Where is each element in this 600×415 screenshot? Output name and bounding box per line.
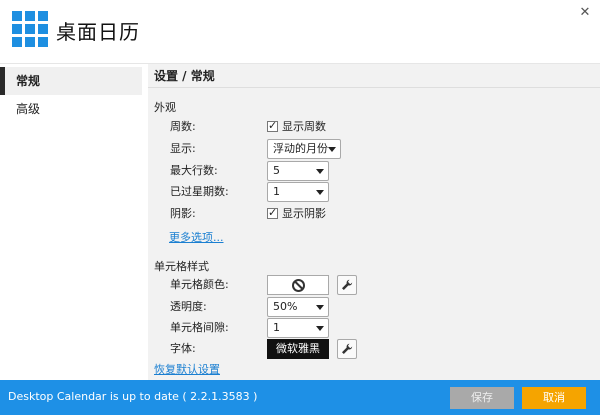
week-number-label: 周数: [170, 120, 196, 133]
more-options-link[interactable]: 更多选项... [169, 229, 224, 245]
cell-color-picker[interactable] [267, 275, 329, 295]
restore-defaults-link[interactable]: 恢复默认设置 [154, 361, 220, 377]
opacity-label: 透明度: [170, 300, 207, 313]
chevron-down-icon [316, 305, 324, 310]
display-select[interactable]: 浮动的月份 [267, 139, 341, 159]
sidebar-item-general[interactable]: 常规 [0, 67, 142, 95]
sidebar-item-advanced[interactable]: 高级 [0, 95, 142, 123]
font-label: 字体: [170, 342, 196, 355]
cell-spacing-label: 单元格间隙: [170, 321, 229, 334]
show-week-number-checkbox[interactable]: 显示周数 [267, 119, 326, 134]
cell-color-edit-button[interactable] [337, 275, 357, 295]
max-rows-label: 最大行数: [170, 164, 218, 177]
sidebar: 常规 高级 [0, 64, 148, 380]
opacity-select[interactable]: 50% [267, 297, 329, 317]
display-select-value: 浮动的月份 [273, 142, 328, 155]
cell-style-heading: 单元格样式 [154, 260, 209, 273]
page-title: 设置 / 常规 [148, 64, 600, 88]
save-button[interactable]: 保存 [450, 387, 514, 409]
show-shadow-label: 显示阴影 [282, 207, 326, 220]
wrench-icon [342, 343, 353, 354]
past-weeks-label: 已过星期数: [170, 185, 229, 198]
shadow-label: 阴影: [170, 207, 196, 220]
appearance-heading: 外观 [154, 101, 176, 114]
max-rows-select[interactable]: 5 [267, 161, 329, 181]
cell-spacing-select[interactable]: 1 [267, 318, 329, 338]
max-rows-select-value: 5 [273, 164, 280, 177]
past-weeks-select[interactable]: 1 [267, 182, 329, 202]
title-bar: 桌面日历 ✕ [0, 0, 600, 64]
font-edit-button[interactable] [337, 339, 357, 359]
cancel-button[interactable]: 取消 [522, 387, 586, 409]
chevron-down-icon [316, 169, 324, 174]
update-status-text: Desktop Calendar is up to date ( 2.2.1.3… [8, 390, 258, 403]
app-title: 桌面日历 [56, 20, 140, 44]
checkbox-checked-icon [267, 206, 278, 220]
cell-spacing-select-value: 1 [273, 321, 280, 334]
sidebar-item-label: 常规 [16, 74, 41, 88]
status-bar: Desktop Calendar is up to date ( 2.2.1.3… [0, 380, 600, 415]
display-label: 显示: [170, 142, 196, 155]
wrench-icon [342, 279, 353, 290]
past-weeks-select-value: 1 [273, 185, 280, 198]
chevron-down-icon [328, 147, 336, 152]
no-color-icon [292, 279, 305, 292]
cell-color-label: 单元格颜色: [170, 278, 229, 291]
checkbox-checked-icon [267, 119, 278, 133]
show-week-number-label: 显示周数 [282, 120, 326, 133]
close-icon[interactable]: ✕ [578, 6, 592, 20]
sidebar-item-label: 高级 [16, 102, 41, 116]
font-preview[interactable]: 微软雅黑 [267, 339, 329, 359]
chevron-down-icon [316, 326, 324, 331]
opacity-select-value: 50% [273, 300, 298, 313]
app-logo-icon [12, 11, 48, 47]
settings-panel: 设置 / 常规 外观 周数: 显示周数 显示: 浮动的月份 最大行数: 5 已过… [148, 64, 600, 380]
show-shadow-checkbox[interactable]: 显示阴影 [267, 206, 326, 221]
chevron-down-icon [316, 190, 324, 195]
